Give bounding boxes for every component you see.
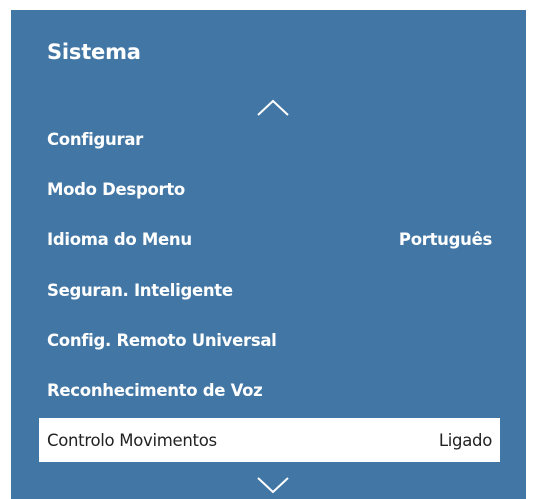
menu-item-label: Controlo Movimentos [47,430,217,450]
menu-item-label: Seguran. Inteligente [47,280,233,300]
menu-item-label: Configurar [47,129,143,149]
menu-item-config-remoto-universal[interactable]: Config. Remoto Universal [39,318,500,362]
menu-item-modo-desporto[interactable]: Modo Desporto [39,167,500,211]
menu-item-label: Reconhecimento de Voz [47,380,263,400]
menu-item-label: Idioma do Menu [47,229,192,249]
chevron-up-icon[interactable] [255,98,291,118]
menu-item-reconhecimento-de-voz[interactable]: Reconhecimento de Voz [39,368,500,412]
menu-item-value: Ligado [438,430,492,450]
chevron-down-icon[interactable] [255,475,291,495]
menu-item-label: Config. Remoto Universal [47,330,277,350]
system-settings-panel: Sistema Configurar Modo Desporto Idioma … [11,10,526,499]
menu-item-value: Português [398,229,492,249]
menu-item-controlo-movimentos[interactable]: Controlo Movimentos Ligado [39,418,500,462]
menu-item-seguran-inteligente[interactable]: Seguran. Inteligente [39,268,500,312]
panel-title: Sistema [47,40,141,64]
menu-item-configurar[interactable]: Configurar [39,117,500,161]
menu-item-label: Modo Desporto [47,179,185,199]
menu-item-idioma-do-menu[interactable]: Idioma do Menu Português [39,217,500,261]
